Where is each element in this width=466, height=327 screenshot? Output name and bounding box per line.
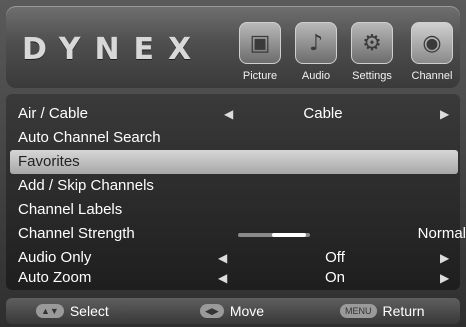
left-right-icon: ◀▶ [200, 304, 224, 318]
menu-item-favorites[interactable]: Favorites [10, 150, 458, 174]
tab-audio[interactable]: ♪ Audio [288, 20, 344, 86]
menu-item-label: Auto Channel Search [18, 129, 161, 146]
arrow-right-icon[interactable]: ▶ [440, 266, 449, 290]
menu-item-label: Air / Cable [18, 105, 89, 122]
hint-move-label: Move [229, 303, 265, 319]
settings-icon: ⚙ [351, 22, 393, 64]
tab-label: Settings [352, 70, 392, 82]
menu-item-value: On [324, 269, 345, 286]
tab-settings[interactable]: ⚙ Settings [344, 20, 400, 86]
menu-item-channel-strength[interactable]: Channel Strength Normal [12, 222, 466, 246]
menu-item-air-cable[interactable]: Air / Cable ◀ Cable ▶ [12, 102, 460, 126]
menu-item-label: Channel Labels [18, 201, 123, 218]
menu-item-label: Channel Strength [18, 225, 135, 242]
arrow-left-icon[interactable]: ◀ [224, 102, 233, 126]
hint-return: MENU Return [340, 298, 425, 324]
tab-channel[interactable]: ◉ Channel [404, 20, 460, 86]
arrow-right-icon[interactable]: ▶ [440, 102, 449, 126]
tab-label: Audio [301, 70, 331, 82]
picture-icon: ▣ [239, 22, 281, 64]
hint-select-label: Select [69, 303, 109, 319]
arrow-left-icon[interactable]: ◀ [218, 266, 227, 290]
channel-icon: ◉ [411, 22, 453, 64]
menu-item-label: Add / Skip Channels [18, 177, 154, 194]
audio-icon: ♪ [295, 22, 337, 64]
menu-item-value: Normal [417, 225, 466, 242]
hint-return-label: Return [382, 303, 425, 319]
hint-move: ◀▶ Move [200, 298, 264, 324]
tab-picture[interactable]: ▣ Picture [232, 20, 288, 86]
brand-logo: DYNEX [22, 32, 206, 67]
channel-strength-meter [238, 233, 310, 237]
menu-item-auto-zoom[interactable]: Auto Zoom ◀ On ▶ [12, 266, 460, 290]
menu-item-label: Favorites [18, 153, 80, 170]
channel-strength-fill [272, 233, 306, 237]
menu-header: DYNEX ▣ Picture ♪ Audio ⚙ Settings ◉ Cha… [6, 6, 460, 88]
menu-item-channel-labels[interactable]: Channel Labels [12, 198, 460, 222]
tab-label: Channel [411, 70, 453, 82]
menu-item-value: Cable [303, 105, 343, 122]
button-hints-bar: ▲▼ Select ◀▶ Move MENU Return [6, 298, 460, 324]
menu-item-label: Auto Zoom [18, 269, 92, 286]
menu-tabs: ▣ Picture ♪ Audio ⚙ Settings ◉ Channel [232, 20, 462, 86]
tab-label: Picture [242, 70, 278, 82]
hint-select: ▲▼ Select [36, 298, 109, 324]
menu-item-auto-channel-search[interactable]: Auto Channel Search [12, 126, 460, 150]
menu-item-add-skip-channels[interactable]: Add / Skip Channels [12, 174, 460, 198]
menu-key-icon: MENU [340, 304, 377, 318]
up-down-icon: ▲▼ [36, 304, 64, 318]
